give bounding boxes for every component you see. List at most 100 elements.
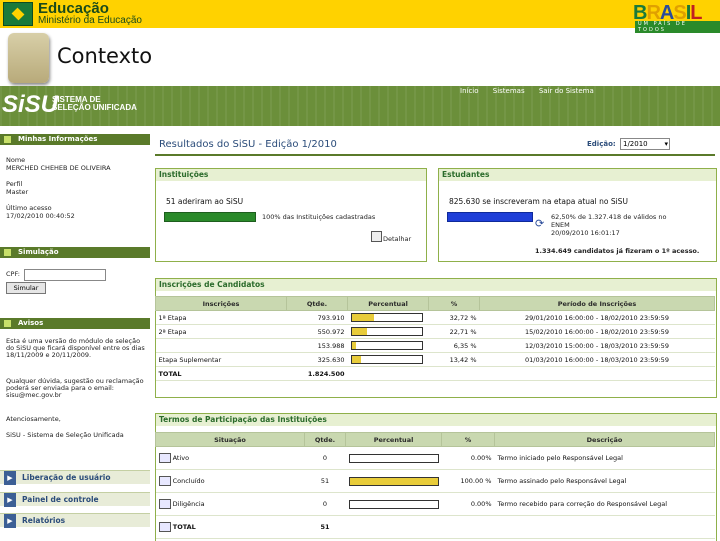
row-label [155,338,287,353]
sisu-name-line2: SELEÇÃO UNIFICADA [52,103,137,112]
row-descricao: Termo iniciado pelo Responsável Legal [494,446,715,470]
row-bar-cell [347,324,429,339]
percent-bar-fill [351,342,356,349]
sisu-logo: SiSU [2,91,59,118]
table-row: 2ª Etapa 550.972 22,71 % 15/02/2010 16:00:0… [155,324,715,339]
instituicoes-header: Instituições [156,169,426,181]
row-detail-icon[interactable] [158,476,171,486]
row-bar-cell [345,492,442,516]
perfil-value: Master [6,188,29,196]
row-descricao: Termo assinado pelo Responsável Legal [494,469,715,493]
row-situacao: Ativo [155,446,305,470]
table-row: Ativo 0 0.00% Termo iniciado pelo Responsáv… [155,446,715,470]
cpf-input[interactable] [24,269,106,281]
sisu-system-name: SISTEMA DE SELEÇÃO UNIFICADA [52,96,137,112]
minhas-informacoes-header: Minhas Informações [0,134,150,145]
table-row: TOTAL 51 [155,515,715,539]
termos-header: Termos de Participação das Instituições [156,414,716,426]
row-bar-cell [345,469,442,493]
estudantes-note-2: ENEM [551,221,570,229]
row-periodo: 29/01/2010 16:00:00 - 18/02/2010 23:59:5… [479,310,715,325]
ultimo-acesso-value: 17/02/2010 00:40:52 [6,212,75,220]
row-label: TOTAL [172,523,196,531]
edicao-label: Edição: [587,140,616,148]
gov-top-bar: Educação Ministério da Educação BRASIL U… [0,0,720,33]
table-row: Etapa Suplementar 325.630 13,42 % 01/03/201… [155,352,715,367]
row-situacao: TOTAL [155,515,305,539]
row-detail-icon[interactable] [158,499,171,509]
nav-relatorios[interactable]: Relatórios [0,513,150,528]
nome-value: MERCHED CHEHEB DE OLIVEIRA [6,164,111,172]
col-periodo: Período de Inscrições [479,296,715,311]
header-link-sistemas[interactable]: Sistemas [493,87,525,95]
table-row: TOTAL 1.824.500 [155,366,715,381]
termos-table: Situação Qtde. Percentual % Descrição At… [155,432,715,539]
brasil-slogan: UM PAÍS DE TODOS [635,21,720,33]
slide-title: Contexto [57,44,153,68]
termos-header-row: Situação Qtde. Percentual % Descrição [155,432,715,447]
percent-bar [350,355,423,364]
percent-bar-fill [351,314,375,321]
table-row: Concluído 51 100.00 % Termo assinado pelo R… [155,469,715,493]
row-bar-cell [347,352,429,367]
nome-label: Nome [6,156,26,164]
estudantes-progress-bar [447,212,533,222]
row-bar-cell [347,338,429,353]
estudantes-note-1: 62,50% de 1.327.418 de válidos no [551,213,667,221]
estudantes-note-3: 20/09/2010 16:01:17 [551,229,620,237]
row-qtde: 51 [304,515,346,539]
avisos-text-4: SiSU - Sistema de Seleção Unificada [6,431,124,439]
col-inscricoes: Inscrições [155,296,287,311]
avisos-text-2: Qualquer dúvida, sugestão ou reclamação … [6,377,144,399]
detalhar-link[interactable]: Detalhar [383,235,411,243]
table-row: 153.988 6,35 % 12/03/2010 15:00:00 - 18/03… [155,338,715,353]
header-link-inicio[interactable]: Início [460,87,479,95]
row-detail-icon[interactable] [158,453,171,463]
row-label: Etapa Suplementar [155,352,287,367]
slide-bullet-icon [8,33,49,83]
estudantes-headline: 825.630 se inscreveram na etapa atual no… [449,197,628,206]
col-pct: % [441,432,495,447]
col-qtde: Qtde. [304,432,346,447]
percent-bar [348,453,439,463]
percent-bar-fill [349,477,438,485]
simulacao-header: Simulação [0,247,150,258]
header-link-sair[interactable]: Sair do Sistema [539,87,594,95]
row-periodo: 15/02/2010 16:00:00 - 18/02/2010 23:59:5… [479,324,715,339]
row-qtde: 793.910 [286,310,348,325]
estudantes-header: Estudantes [439,169,716,181]
col-pct: % [428,296,480,311]
nav-liberacao-usuario[interactable]: Liberação de usuário [0,470,150,485]
header-links: Início Sistemas Sair do Sistema [460,87,606,95]
row-label: Ativo [172,454,190,462]
row-situacao: Concluído [155,469,305,493]
sisu-header: SiSU SISTEMA DE SELEÇÃO UNIFICADA Início… [0,86,720,126]
row-label: Concluído [172,477,205,485]
percent-bar [350,341,423,350]
row-label: Diligência [172,500,205,508]
simular-button[interactable]: Simular [6,282,46,294]
row-bar-cell [347,366,429,381]
perfil-label: Perfil [6,180,23,188]
mec-subtitle: Ministério da Educação [38,15,142,26]
percent-bar-fill [351,328,368,335]
detalhar-icon[interactable] [371,231,382,242]
row-label: 1ª Etapa [155,310,287,325]
row-descricao: Termo recebido para correção do Responsá… [494,492,715,516]
percent-bar [350,327,423,336]
row-detail-icon[interactable] [158,522,171,532]
row-pct [428,366,480,381]
row-label: TOTAL [155,366,287,381]
nav-painel-controle[interactable]: Painel de controle [0,492,150,507]
sidebar-lower: Avisos Esta é uma versão do módulo de se… [0,316,153,540]
row-periodo: 01/03/2010 16:00:00 - 18/03/2010 23:59:5… [479,352,715,367]
row-pct: 13,42 % [428,352,480,367]
inscricoes-header-row: Inscrições Qtde. Percentual % Período de… [155,296,715,311]
row-qtde: 0 [304,492,346,516]
col-percentual: Percentual [345,432,442,447]
table-row: 1ª Etapa 793.910 32,72 % 29/01/2010 16:00:0… [155,310,715,325]
row-periodo [479,366,715,381]
edicao-select[interactable]: 1/2010 [620,138,670,150]
row-situacao: Diligência [155,492,305,516]
refresh-icon[interactable]: ⟳ [535,217,544,230]
